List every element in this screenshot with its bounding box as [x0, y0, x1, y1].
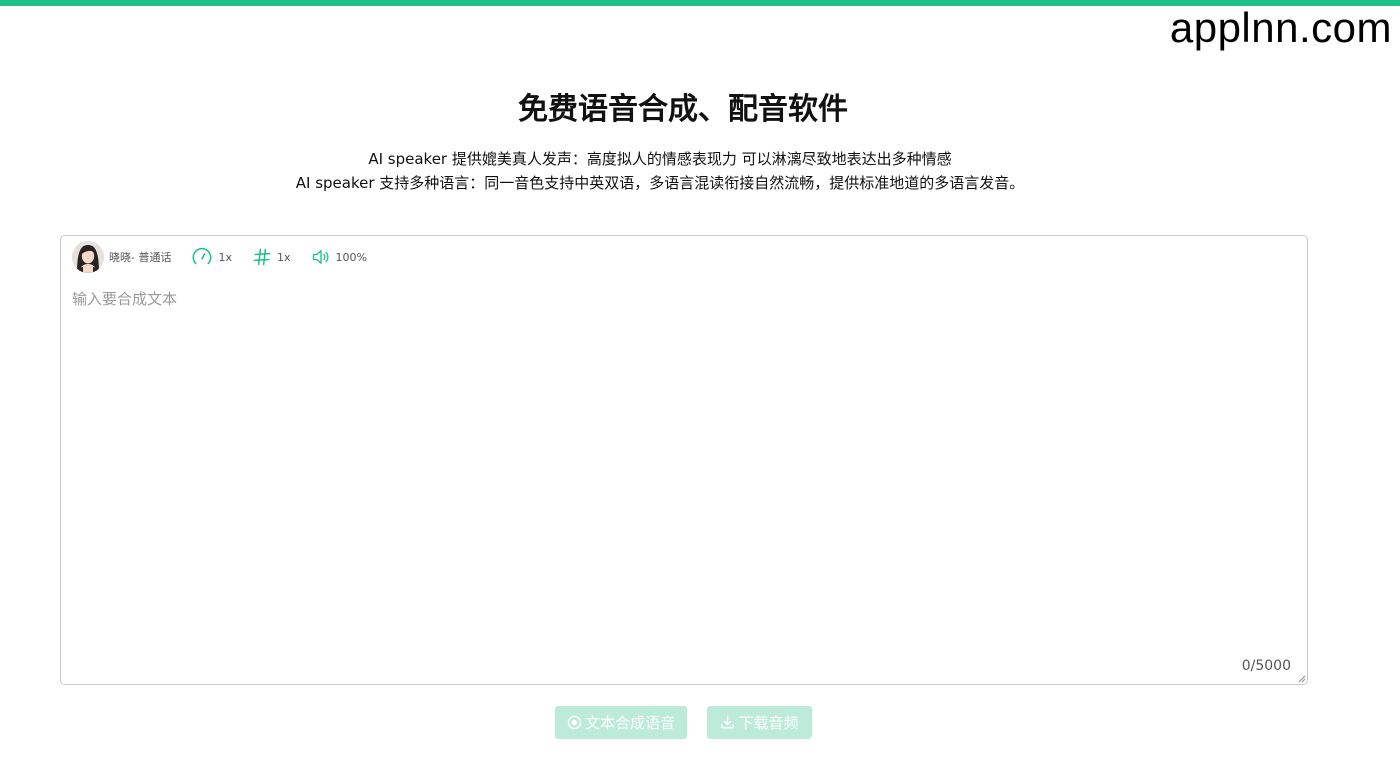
text-editor-panel: 晓晓- 普通话 1x 1x 100% 输入要合成文本 0/5000: [60, 235, 1308, 685]
download-icon: [721, 716, 735, 729]
watermark: applnn.com: [1169, 4, 1392, 51]
download-button-label: 下载音频: [738, 714, 799, 732]
subtitle-line-2: AI speaker 支持多种语言：同一音色支持中英双语，多语言混读衔接自然流畅…: [295, 174, 1025, 192]
synthesize-button[interactable]: 文本合成语音: [555, 706, 687, 739]
play-circle-icon: [567, 715, 582, 730]
pitch-value: 1x: [276, 250, 291, 264]
voice-avatar: [72, 241, 104, 273]
volume-control[interactable]: 100%: [311, 247, 367, 267]
hash-icon: [253, 248, 271, 266]
synthesize-button-label: 文本合成语音: [584, 714, 675, 732]
character-counter: 0/5000: [1241, 658, 1291, 674]
voice-label: 晓晓- 普通话: [109, 251, 172, 264]
speed-control[interactable]: 1x: [191, 246, 232, 268]
download-audio-button[interactable]: 下载音频: [707, 706, 812, 739]
speedometer-icon: [192, 247, 212, 265]
volume-value: 100%: [335, 250, 367, 264]
speed-value: 1x: [218, 250, 232, 264]
voice-selector[interactable]: 晓晓- 普通话: [72, 241, 171, 273]
page-title: 免费语音合成、配音软件: [518, 92, 848, 127]
volume-icon: [312, 250, 329, 264]
synthesis-text-input[interactable]: [72, 288, 1296, 638]
editor-toolbar: 晓晓- 普通话 1x 1x 100%: [72, 240, 387, 274]
pitch-control[interactable]: 1x: [252, 247, 291, 267]
resize-handle-icon[interactable]: [1297, 674, 1306, 683]
subtitle-line-1: AI speaker 提供媲美真人发声：高度拟人的情感表现力 可以淋漓尽致地表达…: [368, 150, 952, 168]
